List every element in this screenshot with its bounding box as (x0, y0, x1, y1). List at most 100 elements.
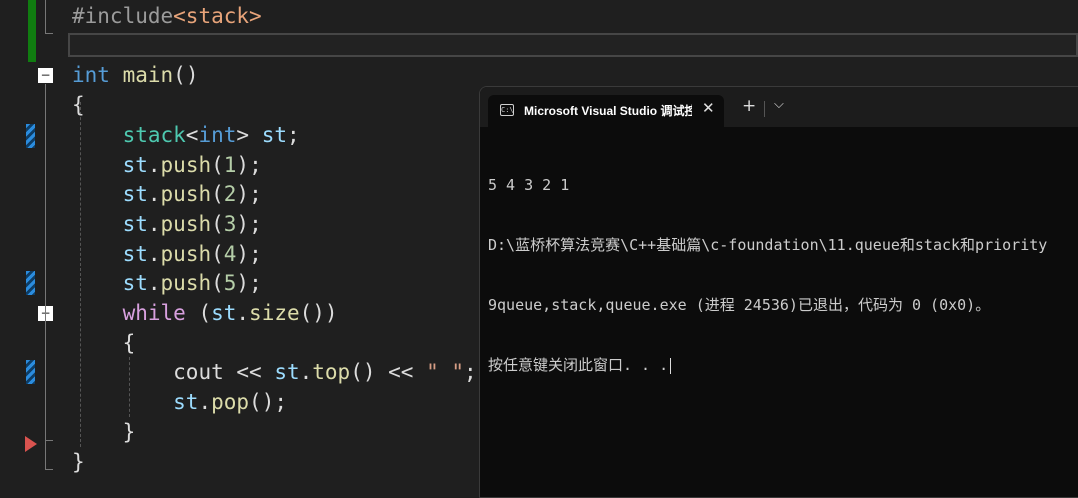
code-token: ( (211, 152, 224, 177)
change-marker (26, 124, 35, 148)
code-token: st (122, 271, 148, 296)
code-token: st (122, 241, 148, 266)
fold-guide (45, 84, 46, 470)
code-token: . (147, 271, 161, 296)
code-token: 4 (223, 241, 237, 266)
code-token: 1 (223, 152, 237, 177)
output-line: D:\蓝桥杯算法竞赛\C++基础篇\c-foundation\11.queue和… (488, 236, 1048, 254)
code-token: } (72, 449, 85, 474)
code-token: ); (236, 241, 262, 266)
fold-guide (45, 469, 53, 470)
fold-guide (45, 0, 46, 34)
code-token: ; (286, 122, 300, 147)
code-token: top (312, 360, 351, 385)
code-token: push (160, 182, 212, 207)
code-token: #include (72, 4, 174, 28)
code-line: { (72, 91, 85, 121)
code-token: push (160, 211, 212, 236)
code-line: { (72, 329, 136, 359)
close-icon[interactable]: ✕ (702, 99, 715, 117)
divider (764, 101, 765, 117)
code-token: } (72, 419, 136, 444)
code-token: 5 (223, 271, 237, 296)
code-token: cout (173, 360, 224, 385)
code-token: { (72, 330, 136, 355)
tab-title: Microsoft Visual Studio 调试控 (524, 104, 692, 118)
code-token: . (299, 360, 313, 385)
code-line: stack<int> st; (72, 121, 300, 151)
code-line: int main() (72, 61, 198, 91)
code-token: ); (236, 182, 262, 207)
code-token: ( (211, 241, 224, 266)
code-token: push (160, 241, 212, 266)
output-line: 5 4 3 2 1 (488, 176, 570, 194)
code-token: . (147, 152, 161, 177)
new-tab-icon[interactable]: + (742, 96, 756, 116)
text-cursor (670, 357, 672, 374)
code-line: st.push(1); (72, 151, 262, 181)
output-line: 按任意键关闭此窗口. . . (488, 355, 1047, 375)
code-token: st (261, 122, 287, 147)
chevron-down-icon[interactable]: ⌵ (774, 97, 784, 112)
code-token: size (249, 301, 300, 325)
fold-toggle-icon[interactable]: − (38, 68, 53, 83)
code-token: ( (185, 301, 212, 325)
fold-guide (45, 33, 53, 34)
code-token: < (185, 122, 199, 147)
terminal-titlebar: C:\ Microsoft Visual Studio 调试控 ✕ + ⌵ (480, 87, 1078, 127)
code-line: st.push(5); (72, 269, 262, 299)
code-token: () (173, 63, 199, 88)
code-line: st.push(4); (72, 240, 262, 270)
code-token: ); (236, 211, 262, 236)
code-token: ( (211, 271, 224, 296)
code-line: } (72, 448, 85, 478)
code-token: ); (236, 271, 262, 296)
code-token: stack (122, 122, 186, 147)
code-token: . (147, 211, 161, 236)
current-line-highlight (68, 33, 1078, 57)
code-token: st (211, 301, 237, 325)
console-output: 5 4 3 2 1 D:\蓝桥杯算法竞赛\C++基础篇\c-foundation… (488, 135, 1047, 415)
code-line: cout << st.top() << " "; (72, 358, 477, 388)
code-token: st (122, 152, 148, 177)
code-token: push (160, 152, 212, 177)
code-token: << (223, 360, 275, 385)
code-token: st (173, 390, 199, 415)
editor-gutter: − − (0, 0, 64, 486)
code-token: int (72, 63, 110, 88)
code-token: while (122, 301, 186, 325)
code-token: (); (249, 390, 287, 415)
code-token: st (122, 182, 148, 207)
code-token: main (122, 63, 174, 88)
code-token: . (147, 182, 161, 207)
code-token: st (122, 211, 148, 236)
output-line: 9queue,stack,queue.exe (进程 24536)已退出，代码为… (488, 296, 991, 314)
code-token: pop (211, 390, 250, 415)
code-token: ( (211, 211, 224, 236)
terminal-tab[interactable]: C:\ Microsoft Visual Studio 调试控 ✕ (488, 95, 724, 127)
code-token: 3 (223, 211, 237, 236)
debug-console-window[interactable]: C:\ Microsoft Visual Studio 调试控 ✕ + ⌵ 5 … (479, 86, 1078, 498)
code-token: . (236, 301, 250, 325)
code-token: ( (211, 182, 224, 207)
change-indicator (28, 0, 36, 62)
code-token: { (72, 93, 85, 118)
change-marker (26, 271, 35, 295)
console-icon: C:\ (500, 104, 514, 116)
code-token: ; (464, 360, 477, 385)
code-line: st.push(2); (72, 180, 262, 210)
code-line: while (st.size()) (72, 299, 338, 329)
code-token: . (147, 241, 161, 266)
code-token: ); (236, 152, 262, 177)
change-marker (26, 360, 35, 384)
code-token: () << (350, 360, 427, 385)
